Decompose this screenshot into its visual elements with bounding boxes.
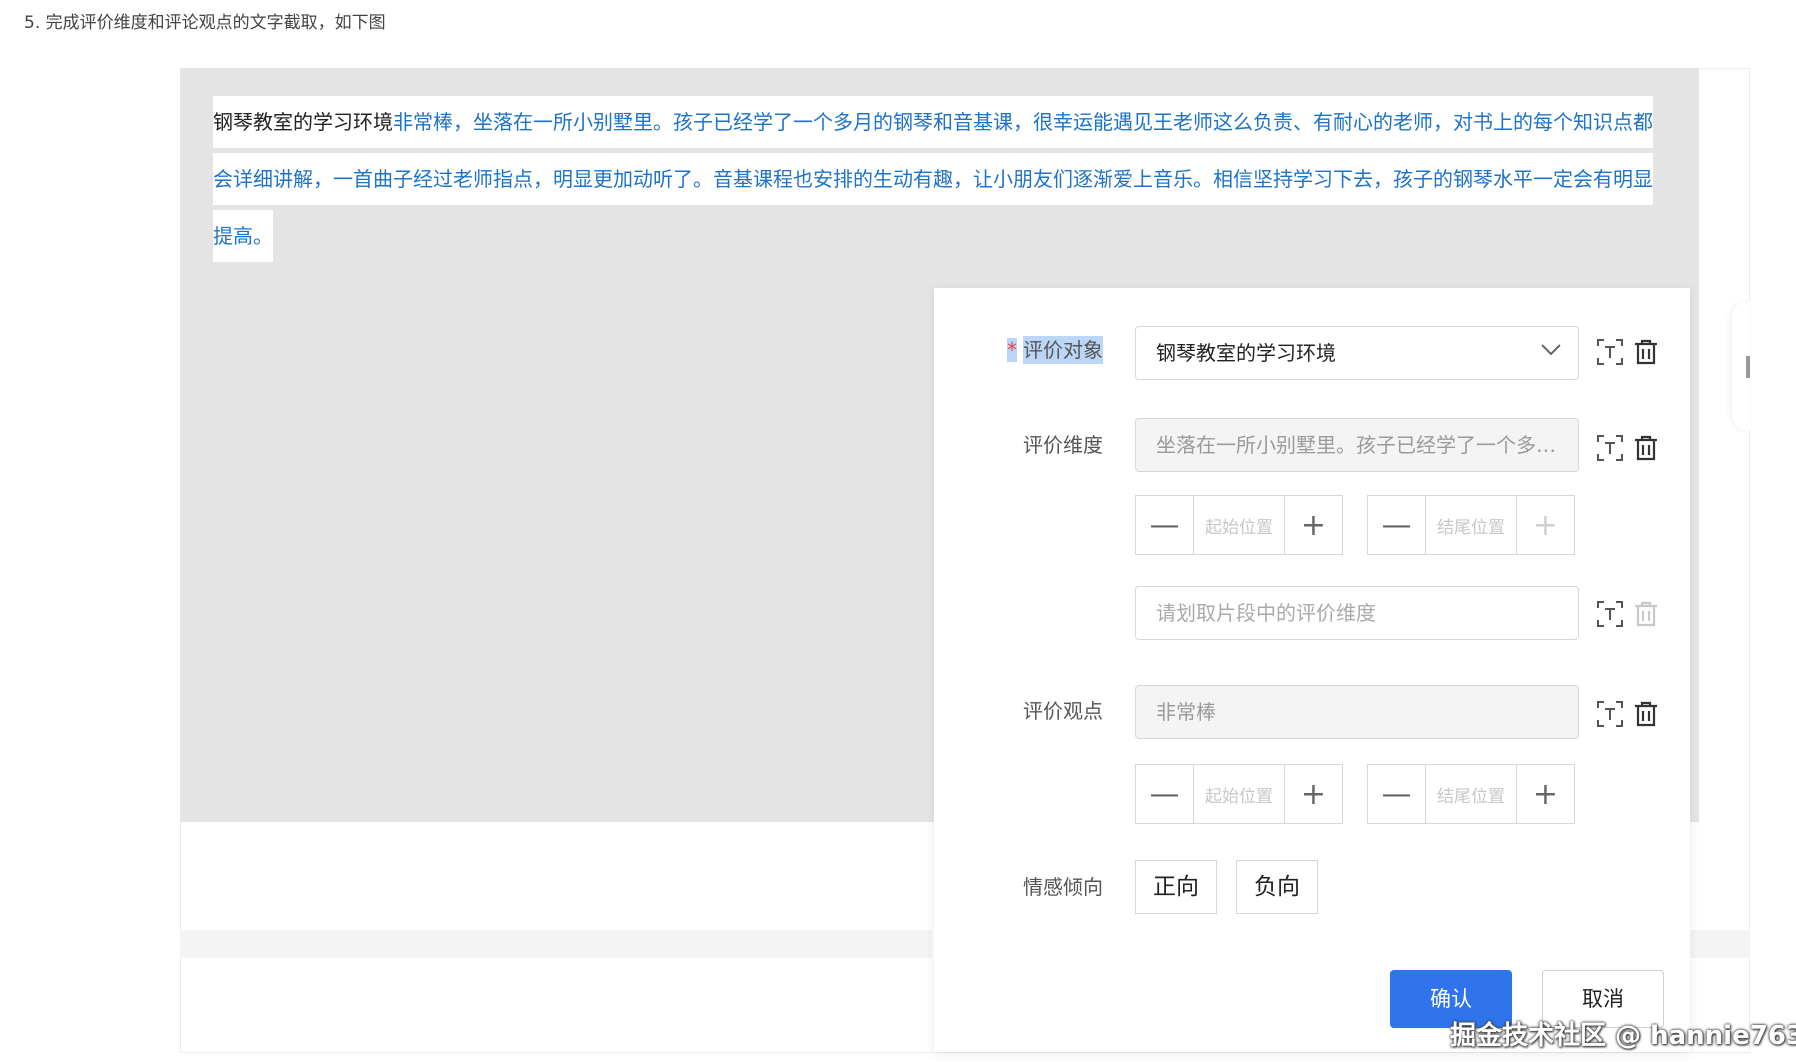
target-select[interactable]: 钢琴教室的学习环境 [1135, 326, 1579, 380]
text-select-icon[interactable] [1596, 700, 1624, 728]
plus-icon[interactable]: + [1285, 765, 1342, 823]
opinion-end-stepper[interactable]: — 结尾位置 + [1367, 764, 1575, 824]
review-passage[interactable]: 钢琴教室的学习环境非常棒，坐落在一所小别墅里。孩子已经学了一个多月的钢琴和音基课… [213, 94, 1658, 265]
plus-icon[interactable]: + [1285, 496, 1342, 554]
text-select-icon[interactable] [1596, 600, 1624, 628]
required-mark: * [1007, 338, 1017, 362]
target-select-value: 钢琴教室的学习环境 [1156, 341, 1336, 365]
step-caption: 5. 完成评价维度和评论观点的文字截取，如下图 [24, 13, 386, 33]
annotation-panel [934, 288, 1690, 1052]
trash-icon[interactable] [1632, 600, 1660, 628]
dimension-start-stepper[interactable]: — 起始位置 + [1135, 495, 1343, 555]
minus-icon[interactable]: — [1136, 765, 1193, 823]
dimension-end-value[interactable]: 结尾位置 [1425, 496, 1517, 554]
minus-icon[interactable]: — [1368, 496, 1425, 554]
opinion-field[interactable]: 非常棒 [1135, 685, 1579, 739]
dimension-extra-field[interactable]: 请划取片段中的评价维度 [1135, 586, 1579, 640]
target-label-text: 评价对象 [1023, 336, 1103, 364]
dimension-field[interactable]: 坐落在一所小别墅里。孩子已经学了一个多月的钢琴和音基课 [1135, 418, 1579, 472]
trash-icon[interactable] [1632, 700, 1660, 728]
minus-icon[interactable]: — [1136, 496, 1193, 554]
text-select-icon[interactable] [1596, 434, 1624, 462]
plus-icon[interactable]: + [1517, 496, 1574, 554]
footer-strip [180, 930, 932, 958]
chevron-down-icon [1541, 344, 1561, 356]
trash-icon[interactable] [1632, 434, 1660, 462]
opinion-label: 评价观点 [1023, 699, 1103, 723]
plus-icon[interactable]: + [1517, 765, 1574, 823]
opinion-end-value[interactable]: 结尾位置 [1425, 765, 1517, 823]
passage-line1[interactable]: 非常棒，坐落在一所小别墅里。孩子已经学了一个多月的钢琴和音基课，很幸运能遇见王老… [393, 96, 1553, 148]
opinion-start-stepper[interactable]: — 起始位置 + [1135, 764, 1343, 824]
minus-icon[interactable]: — [1368, 765, 1425, 823]
sentiment-negative-button[interactable]: 负向 [1236, 860, 1318, 914]
sentiment-positive-button[interactable]: 正向 [1135, 860, 1217, 914]
passage-target-text[interactable]: 钢琴教室的学习环境 [213, 96, 393, 148]
dimension-start-value[interactable]: 起始位置 [1193, 496, 1285, 554]
dimension-end-stepper[interactable]: — 结尾位置 + [1367, 495, 1575, 555]
trash-icon[interactable] [1632, 338, 1660, 366]
footer-strip-right [1690, 930, 1750, 958]
drag-handle-icon [1746, 356, 1750, 378]
target-label: * 评价对象 [928, 335, 1103, 365]
sentiment-label: 情感倾向 [1023, 875, 1103, 899]
dimension-label: 评价维度 [1023, 433, 1103, 457]
text-select-icon[interactable] [1596, 338, 1624, 366]
opinion-start-value[interactable]: 起始位置 [1193, 765, 1285, 823]
watermark: 掘金技术社区 @ hannie76327 [1450, 1021, 1796, 1051]
